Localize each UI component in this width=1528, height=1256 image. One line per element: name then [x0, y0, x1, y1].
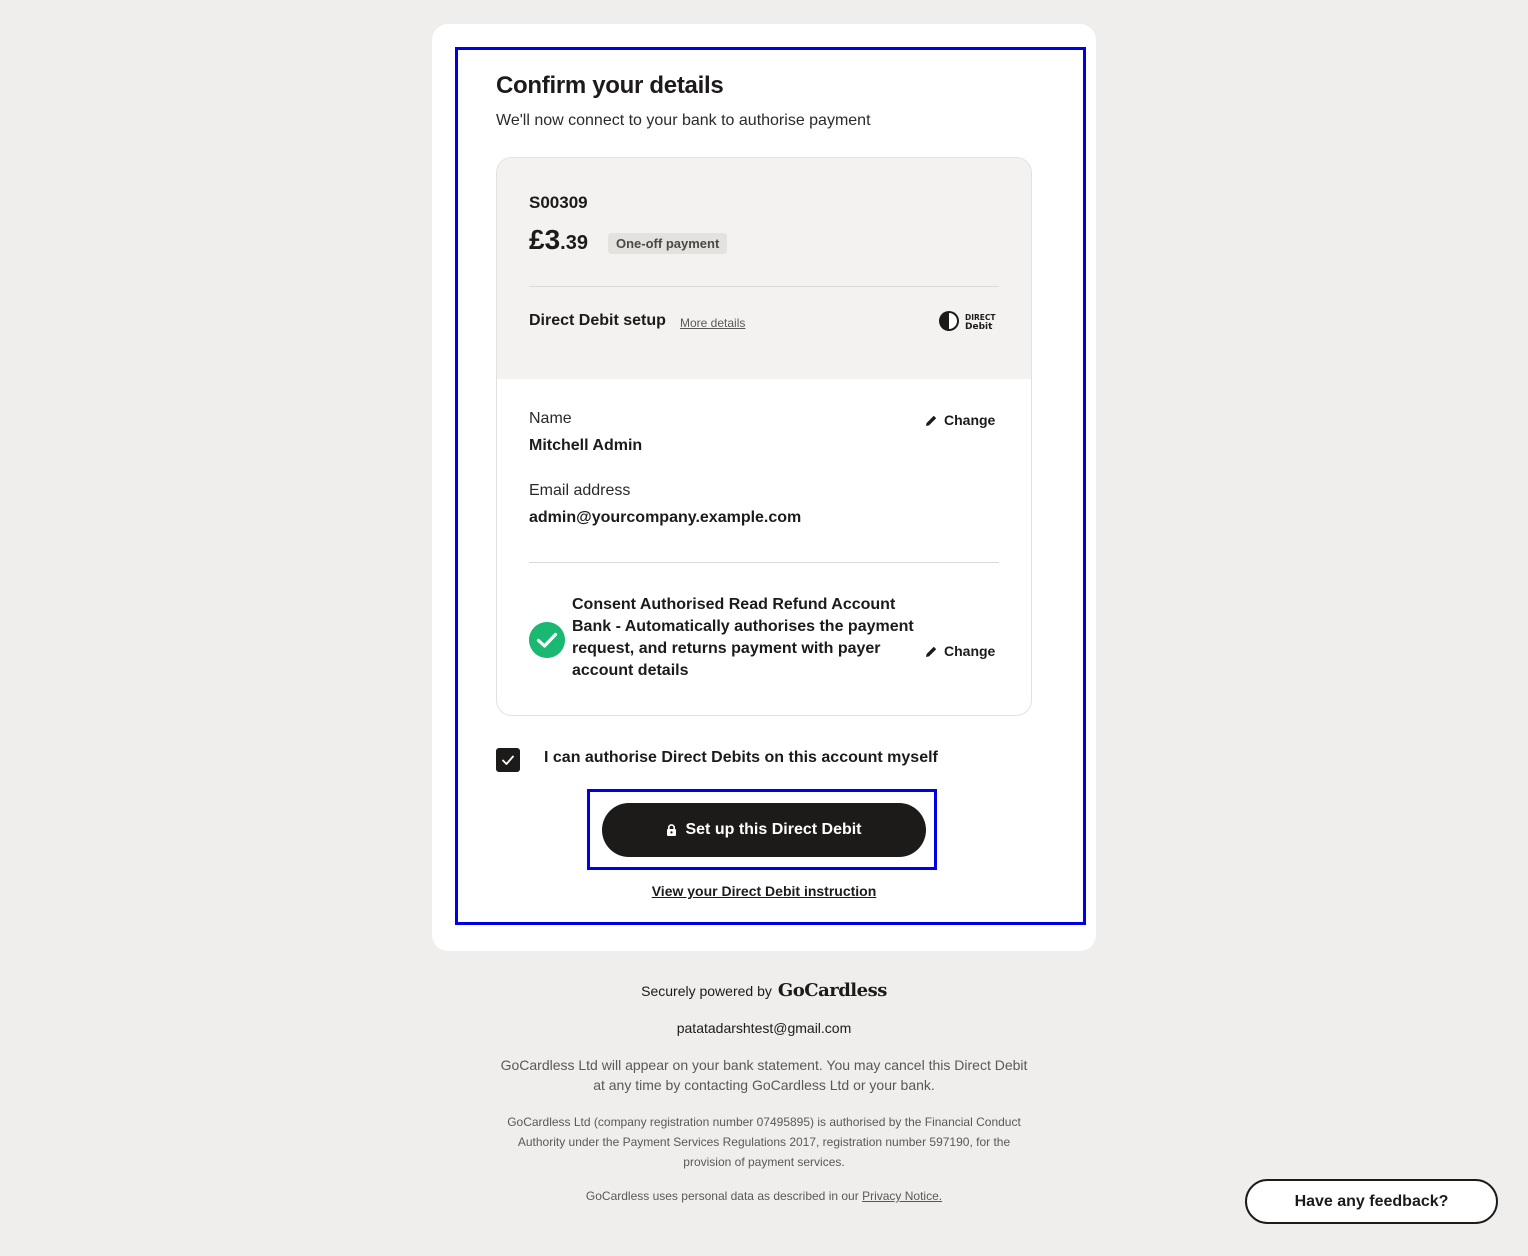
name-value: Mitchell Admin	[529, 437, 643, 454]
payment-amount: £3.39	[529, 224, 588, 256]
lock-icon	[667, 824, 677, 836]
email-label: Email address	[529, 482, 631, 499]
statement-note: GoCardless Ltd will appear on your bank …	[500, 1057, 1028, 1093]
feedback-button[interactable]: Have any feedback?	[1245, 1179, 1498, 1224]
powered-by-text: Securely powered by	[641, 983, 772, 999]
powered-by: Securely powered by GoCardless	[0, 980, 1528, 1001]
payment-type-badge: One-off payment	[608, 233, 728, 254]
amount-whole: 3	[544, 224, 561, 255]
direct-debit-setup-label: Direct Debit setup	[529, 312, 666, 329]
page-subtitle: We'll now connect to your bank to author…	[496, 112, 871, 129]
page-title: Confirm your details	[496, 72, 724, 99]
change-name-button[interactable]: Change	[925, 412, 995, 428]
contact-email: patatadarshtest@gmail.com	[676, 1020, 852, 1036]
divider	[529, 286, 999, 287]
direct-debit-logo-text-bottom: Debit	[965, 322, 993, 332]
check-circle-icon	[529, 622, 565, 658]
change-bank-label: Change	[944, 643, 996, 659]
amount-currency: £	[529, 224, 545, 255]
pencil-icon	[926, 415, 937, 426]
fca-note: GoCardless Ltd (company registration num…	[507, 1115, 1021, 1169]
setup-direct-debit-button[interactable]: Set up this Direct Debit	[602, 803, 926, 857]
privacy-prefix: GoCardless uses personal data as describ…	[585, 1189, 859, 1203]
direct-debit-logo-text-top: DIRECT	[965, 313, 996, 322]
gocardless-logo: GoCardless	[777, 980, 888, 1001]
amount-decimal: .39	[560, 232, 588, 254]
payment-reference: S00309	[529, 193, 588, 212]
view-instruction-link[interactable]: View your Direct Debit instruction	[650, 883, 878, 899]
change-name-label: Change	[944, 412, 996, 428]
pencil-icon	[926, 646, 937, 657]
direct-debit-logo-icon: DIRECT Debit	[939, 311, 996, 332]
name-label: Name	[529, 410, 572, 427]
privacy-notice-link[interactable]: Privacy Notice.	[862, 1189, 942, 1203]
bank-account-description: Consent Authorised Read Refund Account B…	[572, 596, 914, 679]
more-details-link[interactable]: More details	[680, 316, 745, 330]
payment-summary-header: S00309 £3.39 One-off payment Direct Debi…	[497, 158, 1031, 379]
payment-summary: S00309 £3.39 One-off payment Direct Debi…	[496, 157, 1032, 716]
authorise-checkbox[interactable]	[496, 748, 520, 772]
change-bank-button[interactable]: Change	[925, 643, 995, 659]
checkmark-icon	[502, 755, 514, 765]
divider	[529, 562, 999, 563]
setup-direct-debit-label: Set up this Direct Debit	[685, 821, 862, 838]
email-value: admin@yourcompany.example.com	[529, 509, 802, 526]
authorise-checkbox-label[interactable]: I can authorise Direct Debits on this ac…	[544, 749, 938, 767]
